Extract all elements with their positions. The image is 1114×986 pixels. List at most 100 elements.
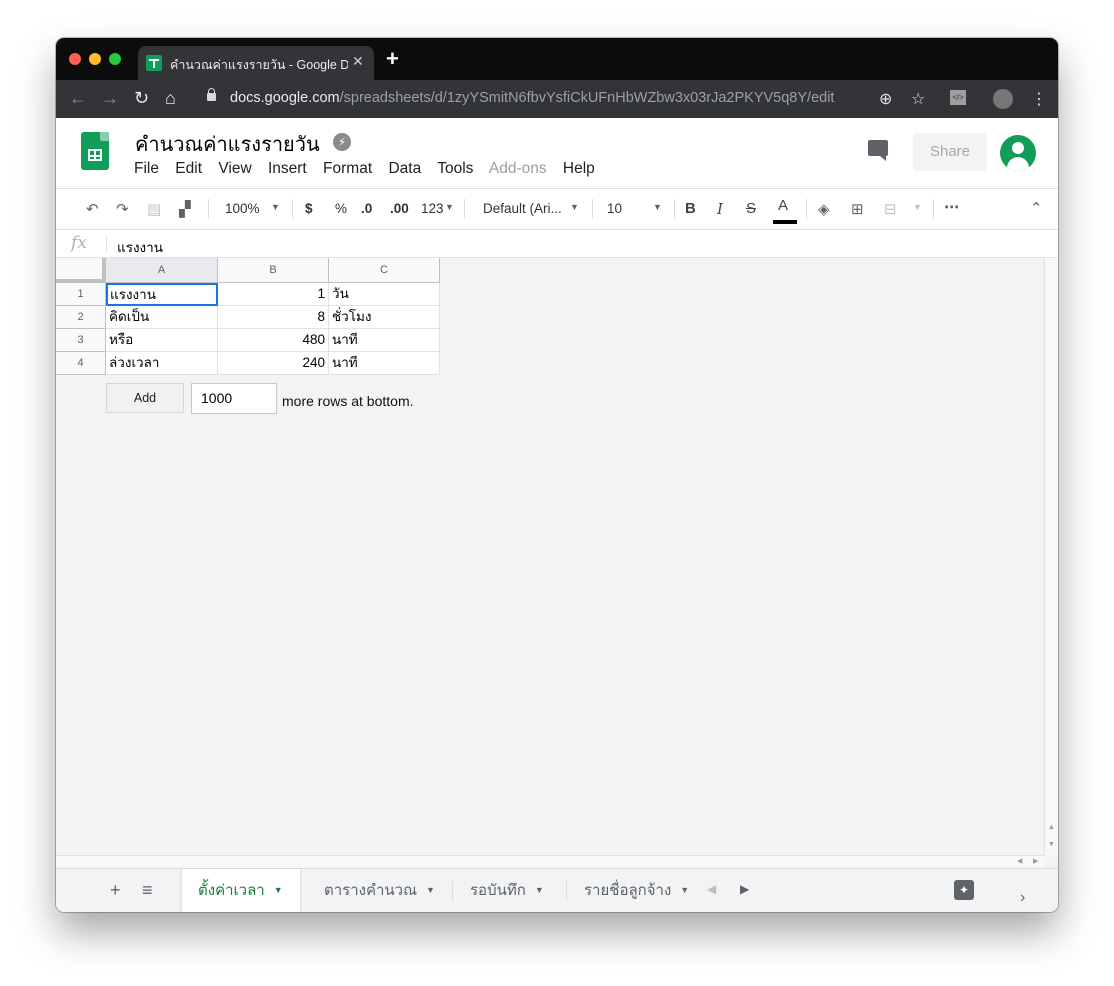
new-tab-button[interactable]: + — [386, 46, 399, 72]
home-icon[interactable]: ⌂ — [165, 88, 176, 109]
vertical-scrollbar[interactable]: ▲ ▼ — [1044, 258, 1058, 855]
italic-button[interactable]: I — [717, 200, 723, 218]
scroll-down-icon[interactable]: ▼ — [1048, 841, 1055, 848]
scroll-right-icon[interactable]: ▶ — [1033, 857, 1038, 865]
print-icon[interactable]: ▤ — [147, 200, 161, 218]
cell-b1[interactable]: 1 — [218, 283, 329, 306]
sheet-tab[interactable]: รายชื่อลูกจ้าง ▼ — [568, 869, 690, 912]
reload-icon[interactable]: ↻ — [134, 88, 149, 109]
menu-data[interactable]: Data — [388, 160, 421, 177]
chevron-down-icon[interactable]: ▼ — [274, 885, 283, 895]
menu-format[interactable]: Format — [323, 160, 372, 177]
cell-a1[interactable]: แรงงาน — [106, 283, 218, 306]
browser-tab[interactable]: คำนวณค่าแรงรายวัน - Google Drive ✕ — [138, 46, 374, 80]
menu-help[interactable]: Help — [563, 160, 595, 177]
text-color-button[interactable]: A — [778, 197, 788, 214]
menu-file[interactable]: File — [134, 160, 159, 177]
cell-a2[interactable]: คิดเป็น — [106, 306, 218, 329]
decrease-decimal-button[interactable]: .0 — [361, 201, 372, 216]
merge-cells-icon[interactable]: ⊟ — [884, 200, 897, 218]
scroll-tabs-left-icon[interactable]: ◀ — [707, 882, 716, 896]
sheet-tab[interactable]: รอบันทึก ▼ — [454, 869, 560, 912]
horizontal-scrollbar[interactable]: ◀ ▶ — [56, 855, 1044, 869]
bold-button[interactable]: B — [685, 200, 696, 217]
sheets-logo-icon[interactable] — [81, 132, 109, 170]
cell-c2[interactable]: ชั่วโมง — [329, 306, 440, 329]
formula-input[interactable]: แรงงาน — [117, 236, 163, 258]
cell-b4[interactable]: 240 — [218, 352, 329, 375]
menu-add-ons[interactable]: Add-ons — [489, 160, 547, 177]
add-sheet-icon[interactable]: + — [110, 880, 121, 901]
share-button[interactable]: Share — [913, 133, 987, 171]
select-all-corner[interactable] — [56, 258, 106, 283]
currency-format-button[interactable]: $ — [305, 201, 313, 216]
menu-tools[interactable]: Tools — [437, 160, 473, 177]
scroll-up-icon[interactable]: ▲ — [1048, 824, 1055, 831]
more-formats-button[interactable]: 123 — [421, 201, 444, 216]
profile-avatar-icon[interactable] — [993, 89, 1013, 109]
close-window-button[interactable] — [69, 53, 81, 65]
zoom-window-button[interactable] — [109, 53, 121, 65]
comments-icon[interactable] — [868, 140, 888, 161]
chevron-down-icon[interactable]: ▼ — [680, 885, 689, 895]
cell-c1[interactable]: วัน — [329, 283, 440, 306]
merge-chevron-down-icon[interactable]: ▼ — [913, 202, 922, 212]
paint-format-icon[interactable]: ▞ — [179, 200, 191, 218]
tab-close-icon[interactable]: ✕ — [352, 53, 364, 70]
all-sheets-icon[interactable]: ≡ — [142, 880, 153, 901]
scroll-left-icon[interactable]: ◀ — [1017, 857, 1022, 865]
chevron-down-icon[interactable]: ▼ — [426, 885, 435, 895]
document-title[interactable]: คำนวณค่าแรงรายวัน — [135, 128, 320, 160]
font-family-select[interactable]: Default (Ari... — [483, 201, 562, 216]
chevron-down-icon[interactable]: ▼ — [535, 885, 544, 895]
redo-icon[interactable]: ↷ — [116, 200, 129, 218]
menu-edit[interactable]: Edit — [175, 160, 202, 177]
percent-format-button[interactable]: % — [335, 201, 347, 216]
menu-insert[interactable]: Insert — [268, 160, 307, 177]
cell-b2[interactable]: 8 — [218, 306, 329, 329]
side-panel-chevron-right-icon[interactable]: › — [1020, 889, 1025, 907]
scroll-tabs-right-icon[interactable]: ▶ — [740, 882, 749, 896]
cell-c4[interactable]: นาที — [329, 352, 440, 375]
zoom-select[interactable]: 100% — [225, 201, 260, 216]
account-avatar[interactable] — [1000, 135, 1036, 171]
cell-c3[interactable]: นาที — [329, 329, 440, 352]
forward-icon[interactable]: → — [101, 88, 119, 109]
menu-view[interactable]: View — [218, 160, 251, 177]
zoom-chevron-down-icon[interactable]: ▼ — [271, 202, 280, 212]
increase-decimal-button[interactable]: .00 — [390, 201, 409, 216]
back-icon[interactable]: ← — [69, 88, 87, 109]
column-header-b[interactable]: B — [218, 258, 329, 283]
strikethrough-button[interactable]: S — [746, 200, 756, 217]
column-header-c[interactable]: C — [329, 258, 440, 283]
add-rows-button[interactable]: Add — [106, 383, 184, 413]
explore-icon[interactable]: ✦ — [954, 880, 974, 900]
column-header-a[interactable]: A — [106, 258, 218, 283]
bookmark-star-icon[interactable]: ☆ — [911, 89, 925, 109]
fill-color-icon[interactable]: ◈ — [818, 200, 830, 218]
offline-status-icon[interactable]: ⚡ — [333, 133, 351, 151]
cell-a3[interactable]: หรือ — [106, 329, 218, 352]
sheet-tab[interactable]: ตารางคำนวณ ▼ — [308, 869, 442, 912]
font-chevron-down-icon[interactable]: ▼ — [570, 202, 579, 212]
browser-menu-icon[interactable]: ⋮ — [1031, 89, 1047, 109]
zoom-icon[interactable]: ⊕ — [879, 89, 892, 109]
row-header-1[interactable]: 1 — [56, 283, 106, 306]
row-header-2[interactable]: 2 — [56, 306, 106, 329]
url-field[interactable]: docs.google.com/spreadsheets/d/1zyYSmitN… — [230, 90, 834, 106]
row-header-3[interactable]: 3 — [56, 329, 106, 352]
collapse-chevron-up-icon[interactable]: ⌃ — [1030, 199, 1043, 217]
cell-a4[interactable]: ล่วงเวลา — [106, 352, 218, 375]
extension-icon[interactable]: </> — [950, 90, 966, 105]
minimize-window-button[interactable] — [89, 53, 101, 65]
undo-icon[interactable]: ↶ — [86, 200, 99, 218]
borders-icon[interactable]: ⊞ — [851, 200, 864, 218]
more-formats-chevron-down-icon[interactable]: ▼ — [445, 202, 454, 212]
font-size-chevron-down-icon[interactable]: ▼ — [653, 202, 662, 212]
more-options-icon[interactable]: ⋯ — [944, 198, 959, 216]
font-size-select[interactable]: 10 — [607, 201, 622, 216]
row-header-4[interactable]: 4 — [56, 352, 106, 375]
cell-b3[interactable]: 480 — [218, 329, 329, 352]
sheet-tab-active[interactable]: ตั้งค่าเวลา ▼ — [182, 869, 300, 912]
add-rows-count-input[interactable]: 1000 — [191, 383, 277, 414]
